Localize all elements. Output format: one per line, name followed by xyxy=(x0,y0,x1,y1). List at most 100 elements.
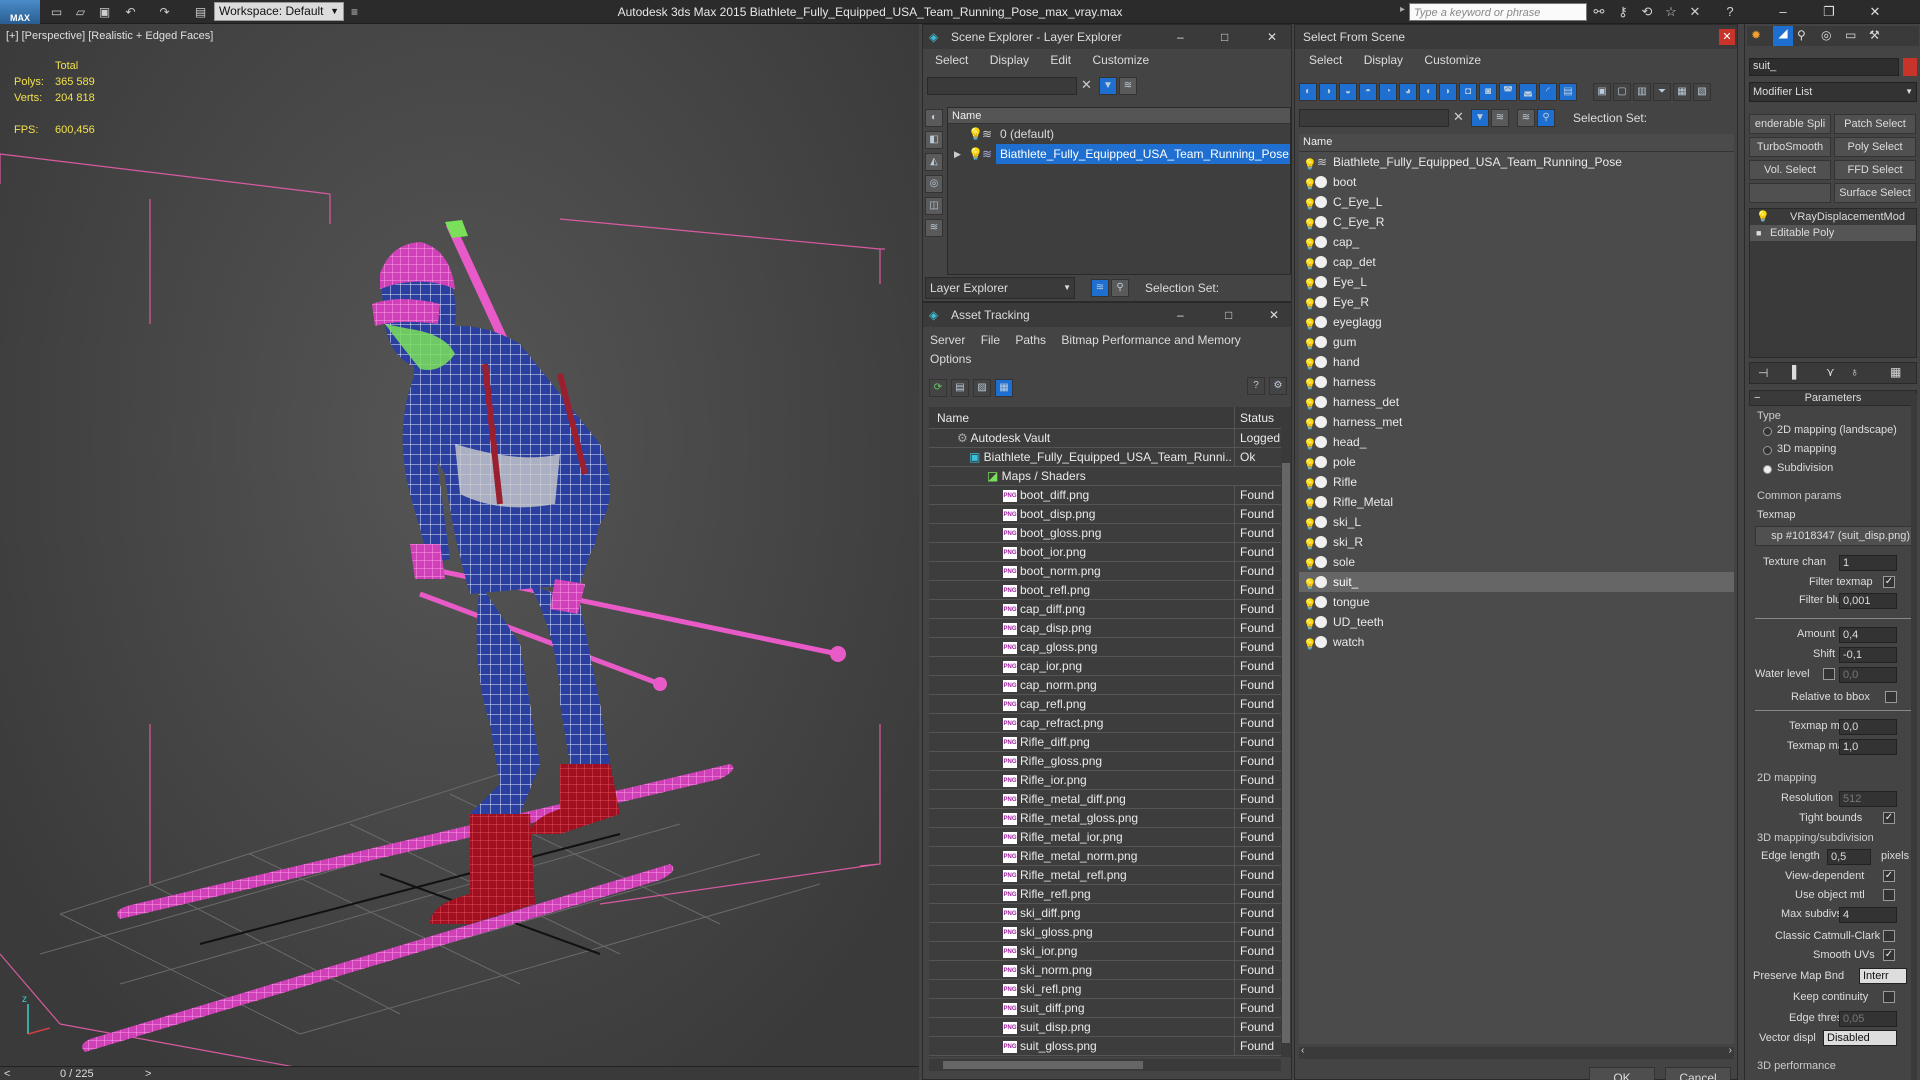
star-icon[interactable]: ☆ xyxy=(1661,3,1681,21)
table-row[interactable]: PNG suit_disp.png Found xyxy=(929,1018,1281,1037)
menu-display[interactable]: Display xyxy=(1364,53,1403,67)
parameters-rollout-header[interactable]: − Parameters xyxy=(1749,390,1917,406)
layer-row-selected[interactable]: ▶ 💡 ≋ Biathlete_Fully_Equipped_USA_Team_… xyxy=(954,144,1290,164)
configure-sets-icon[interactable]: ▦ xyxy=(1890,365,1901,379)
helpers-icon[interactable]: ◔ xyxy=(1379,83,1397,101)
expand-icon[interactable]: ▶ xyxy=(954,144,961,164)
find-case-icon[interactable]: ▦ xyxy=(1673,83,1691,101)
edge-length-input[interactable]: 0,5 xyxy=(1827,849,1871,865)
object-list-item[interactable]: 💡 Eye_R xyxy=(1299,292,1734,312)
display-helpers-icon[interactable]: ≋ xyxy=(925,219,943,237)
display-geometry-icon[interactable]: ◧ xyxy=(925,131,943,149)
hscrollbar-thumb[interactable] xyxy=(943,1061,1143,1069)
object-list-item[interactable]: 💡 suit_ xyxy=(1299,572,1734,592)
shapes-icon[interactable]: ◑ xyxy=(1319,83,1337,101)
table-row[interactable]: PNG ski_refl.png Found xyxy=(929,980,1281,999)
hierarchy-icon[interactable]: ⚲ xyxy=(1537,109,1555,127)
sfs-search-input[interactable] xyxy=(1299,109,1449,127)
object-list-item[interactable]: 💡 Eye_L xyxy=(1299,272,1734,292)
menu-bitmap-performance[interactable]: Bitmap Performance and Memory xyxy=(1061,333,1240,347)
time-next-icon[interactable]: > xyxy=(145,1067,151,1080)
object-list-item[interactable]: 💡 Rifle_Metal xyxy=(1299,492,1734,512)
ffd-select-button[interactable]: FFD Select xyxy=(1834,160,1916,180)
workspace-dropdown[interactable]: Workspace: Default ▼ xyxy=(214,2,344,21)
table-row[interactable]: PNG ski_ior.png Found xyxy=(929,942,1281,961)
remove-modifier-icon[interactable]: ♁ xyxy=(1850,365,1859,379)
menu-icon[interactable]: ≡ xyxy=(346,4,363,20)
table-row[interactable]: PNG ski_norm.png Found xyxy=(929,961,1281,980)
close-icon[interactable]: ✕ xyxy=(1852,0,1898,24)
object-list-item[interactable]: 💡 sole xyxy=(1299,552,1734,572)
menu-select[interactable]: Select xyxy=(935,53,968,67)
table-row[interactable]: PNG Rifle_metal_refl.png Found xyxy=(929,866,1281,885)
list-view-icon[interactable]: ▤ xyxy=(951,379,969,397)
table-row[interactable]: PNG Rifle_metal_diff.png Found xyxy=(929,790,1281,809)
scroll-right-icon[interactable]: › xyxy=(1729,1045,1732,1056)
containers-icon[interactable]: ◙ xyxy=(1479,83,1497,101)
object-list-item[interactable]: 💡 ≋ Biathlete_Fully_Equipped_USA_Team_Runn… xyxy=(1299,152,1734,172)
modify-tab-icon[interactable]: ◢ xyxy=(1773,26,1793,46)
bone-objects-icon[interactable]: ◜ xyxy=(1539,83,1557,101)
catmull-clark-checkbox[interactable] xyxy=(1883,930,1895,942)
select-from-scene-titlebar[interactable]: Select From Scene ✕ xyxy=(1295,25,1737,49)
scroll-left-icon[interactable]: ‹ xyxy=(1301,1045,1304,1056)
new-file-icon[interactable]: ▭ xyxy=(48,4,65,20)
cameras-icon[interactable]: ◓ xyxy=(1359,83,1377,101)
utilities-tab-icon[interactable]: ⚒ xyxy=(1869,28,1880,42)
minimize-icon[interactable]: – xyxy=(1177,25,1184,49)
texmap-max-input[interactable]: 1,0 xyxy=(1839,739,1897,755)
filter-icon[interactable]: ⏷ xyxy=(1653,83,1671,101)
table-row[interactable]: PNG cap_norm.png Found xyxy=(929,676,1281,695)
table-view-icon[interactable]: ▦ xyxy=(995,379,1013,397)
perspective-viewport[interactable]: [+] [Perspective] [Realistic + Edged Fac… xyxy=(0,24,919,1068)
asset-scrollbar[interactable] xyxy=(1281,407,1291,1057)
expand-icon[interactable]: ■ xyxy=(1756,225,1761,241)
modifier-list-dropdown[interactable]: Modifier List ▼ xyxy=(1749,82,1917,102)
command-panel-scrollbar[interactable] xyxy=(1911,394,1917,1080)
table-row[interactable]: PNG boot_norm.png Found xyxy=(929,562,1281,581)
sfs-hscrollbar[interactable]: ‹ › xyxy=(1299,1045,1734,1059)
col-name[interactable]: Name xyxy=(929,407,1231,429)
select-none-icon[interactable]: ▢ xyxy=(1613,83,1631,101)
table-row[interactable]: PNG Rifle_metal_norm.png Found xyxy=(929,847,1281,866)
object-list-item[interactable]: 💡 hand xyxy=(1299,352,1734,372)
select-all-icon[interactable]: ▣ xyxy=(1593,83,1611,101)
menu-customize[interactable]: Customize xyxy=(1092,53,1149,67)
table-row[interactable]: PNG Rifle_metal_ior.png Found xyxy=(929,828,1281,847)
close-icon[interactable]: ✕ xyxy=(1719,29,1735,45)
object-list-item[interactable]: 💡 Rifle xyxy=(1299,472,1734,492)
table-row[interactable]: PNG boot_disp.png Found xyxy=(929,505,1281,524)
max-subdivs-input[interactable]: 4 xyxy=(1839,907,1897,923)
object-list-item[interactable]: 💡 UD_teeth xyxy=(1299,612,1734,632)
renderable-spline-button[interactable]: enderable Spli xyxy=(1749,114,1831,134)
undo-icon[interactable]: ↶ xyxy=(122,4,139,20)
open-file-icon[interactable]: ▱ xyxy=(72,4,89,20)
display-lights-icon[interactable]: ◎ xyxy=(925,175,943,193)
explorer-type-dropdown[interactable]: Layer Explorer ▼ xyxy=(925,277,1075,299)
object-list-item[interactable]: 💡 watch xyxy=(1299,632,1734,652)
scene-explorer-search[interactable] xyxy=(927,77,1077,95)
texmap-min-input[interactable]: 0,0 xyxy=(1839,719,1897,735)
table-row[interactable]: PNG boot_diff.png Found xyxy=(929,486,1281,505)
object-list-item[interactable]: 💡 gum xyxy=(1299,332,1734,352)
object-list-item[interactable]: 💡 harness_det xyxy=(1299,392,1734,412)
scene-explorer-titlebar[interactable]: ◈ Scene Explorer - Layer Explorer – □ ✕ xyxy=(923,25,1291,49)
water-level-input[interactable]: 0,0 xyxy=(1839,667,1897,683)
pin-stack-icon[interactable]: ⊣ xyxy=(1758,366,1768,380)
table-row[interactable]: PNG boot_refl.png Found xyxy=(929,581,1281,600)
filter-blur-input[interactable]: 0,001 xyxy=(1839,593,1897,609)
table-row[interactable]: PNG ski_diff.png Found xyxy=(929,904,1281,923)
object-list-item[interactable]: 💡 ski_L xyxy=(1299,512,1734,532)
scrollbar-thumb[interactable] xyxy=(1282,463,1290,1043)
create-tab-icon[interactable]: ✹ xyxy=(1751,28,1761,42)
preserve-map-dropdown[interactable]: Interr xyxy=(1859,968,1907,984)
layers-icon[interactable]: ≋ xyxy=(1517,109,1535,127)
bulb-icon[interactable]: 💡 xyxy=(968,124,983,144)
amount-input[interactable]: 0,4 xyxy=(1839,627,1897,643)
turbosmooth-button[interactable]: TurboSmooth xyxy=(1749,137,1831,157)
table-row[interactable]: PNG cap_disp.png Found xyxy=(929,619,1281,638)
hierarchy-tab-icon[interactable]: ⚲ xyxy=(1797,28,1806,42)
object-list-item[interactable]: 💡 cap_det xyxy=(1299,252,1734,272)
layer-filter-icon[interactable]: ≋ xyxy=(1119,77,1137,95)
hierarchy-icon[interactable]: ⚲ xyxy=(1111,279,1129,297)
